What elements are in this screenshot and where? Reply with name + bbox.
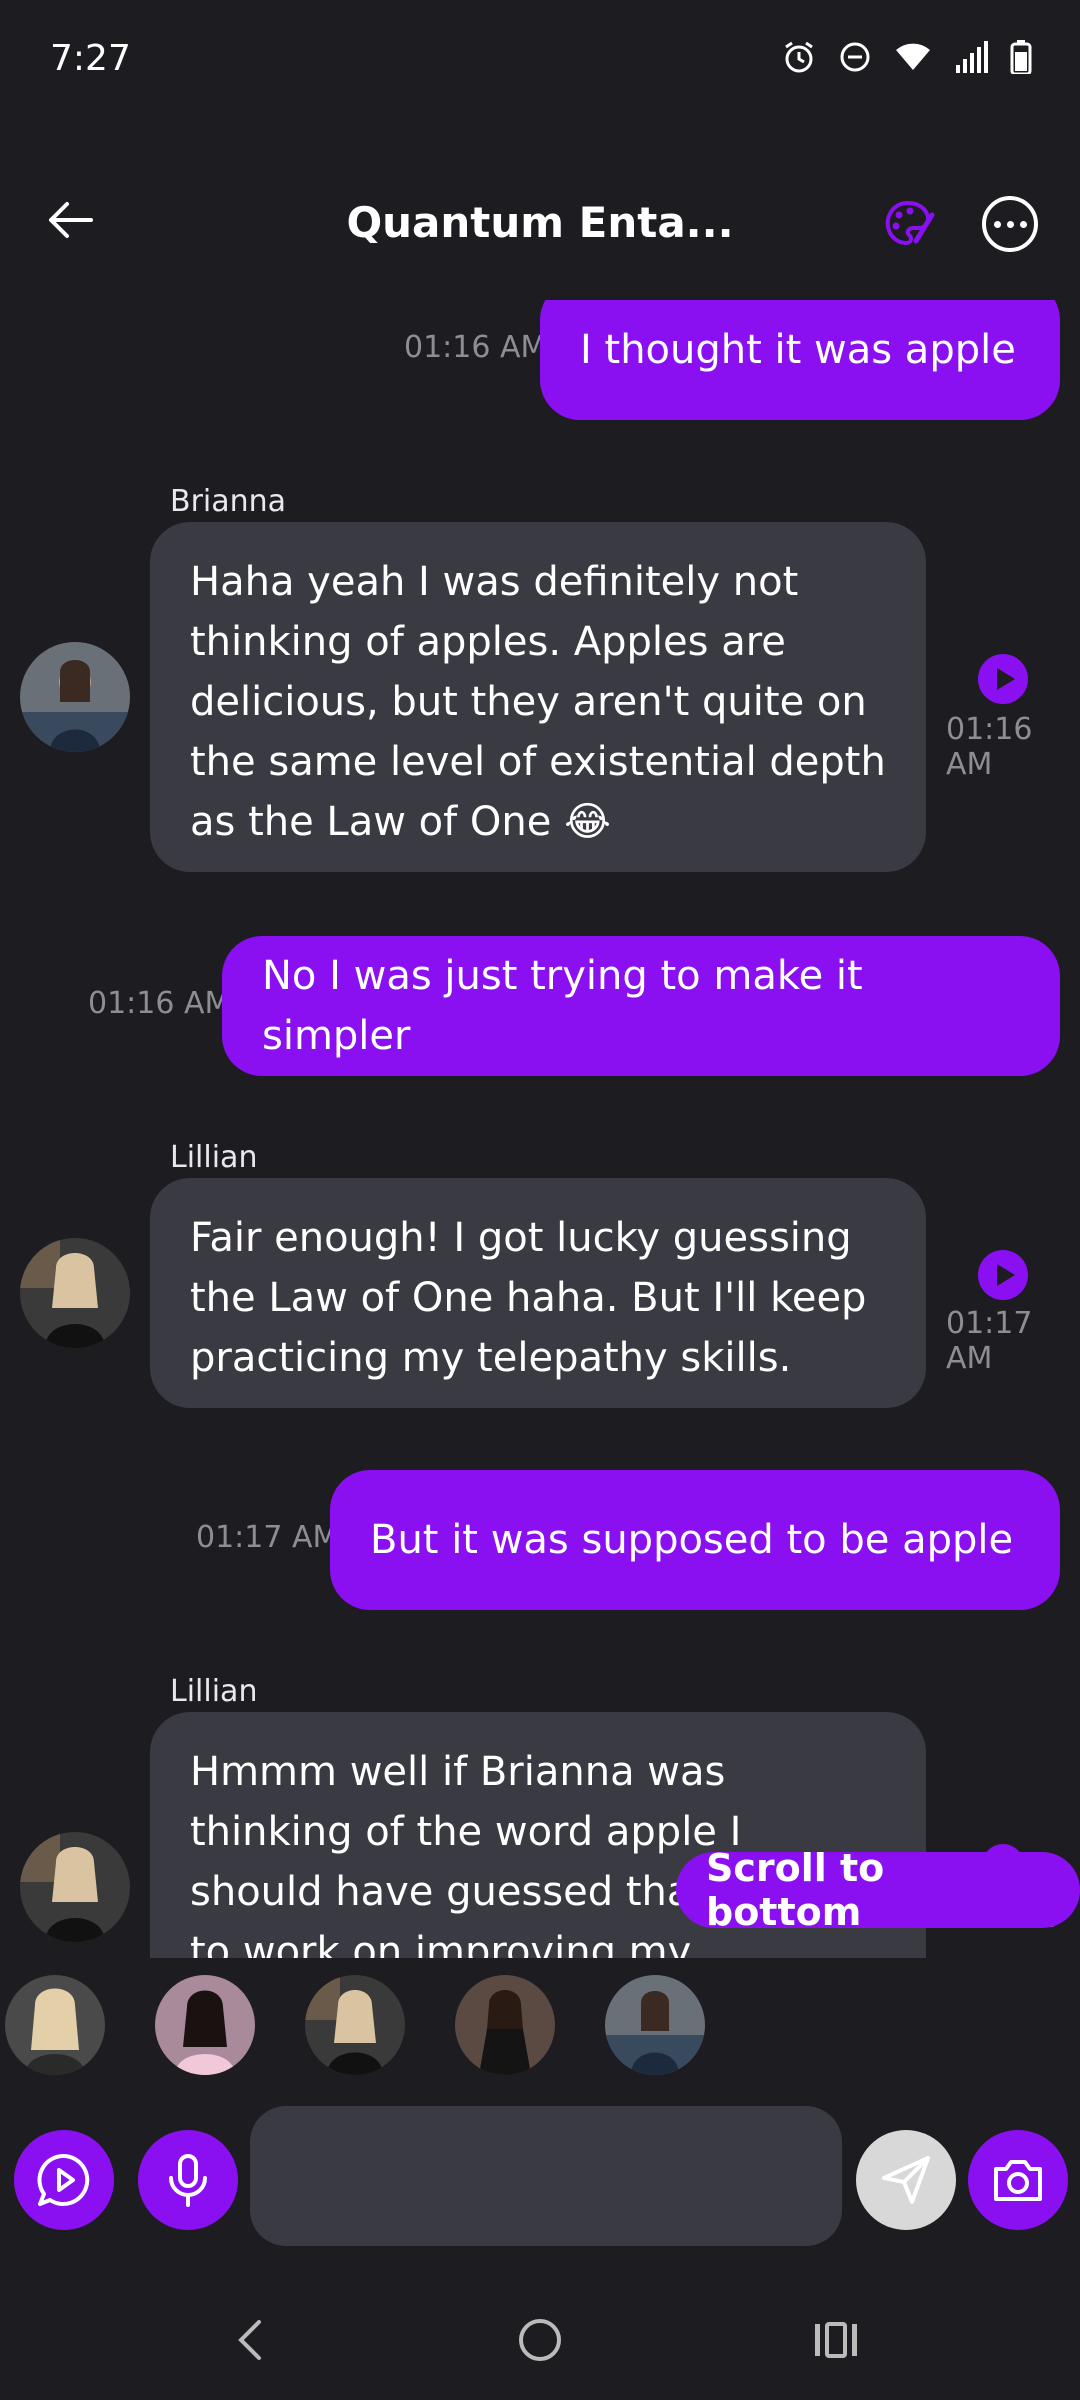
sender-name: Lillian (170, 1140, 258, 1175)
message-time: 01:16 AM (946, 712, 1033, 782)
message-text: No I was just trying to make it simpler (262, 953, 863, 1059)
status-icons (782, 40, 1032, 74)
nav-home-button[interactable] (510, 2310, 570, 2370)
character-avatar[interactable] (305, 1975, 405, 2075)
recents-icon (815, 2322, 857, 2358)
message-text: Fair enough! I got lucky guessing the La… (190, 1215, 867, 1381)
incoming-message-bubble[interactable]: Haha yeah I was definitely not thinking … (150, 522, 926, 872)
character-avatar[interactable] (155, 1975, 255, 2075)
signal-icon (956, 41, 988, 73)
play-audio-button[interactable] (978, 654, 1028, 704)
status-time: 7:27 (50, 38, 131, 79)
message-text: But it was supposed to be apple (370, 1517, 1014, 1563)
message-time: 01:16 AM (404, 330, 547, 365)
message-time: 01:16 AM (88, 986, 231, 1021)
outgoing-message-bubble[interactable]: I thought it was apple (540, 300, 1060, 420)
microphone-button[interactable] (138, 2130, 238, 2230)
battery-icon (1010, 40, 1032, 74)
wifi-icon (896, 43, 930, 70)
message-input[interactable] (250, 2106, 842, 2246)
outgoing-message-bubble[interactable]: No I was just trying to make it simpler (222, 936, 1060, 1076)
palette-icon (885, 200, 935, 246)
theme-button[interactable] (880, 195, 940, 255)
message-text: I thought it was apple (580, 327, 1016, 373)
dnd-icon (840, 42, 870, 72)
more-options-button[interactable] (982, 196, 1038, 252)
sender-name: Brianna (170, 484, 287, 519)
message-text: Haha yeah I was definitely not thinking … (190, 559, 886, 845)
message-list[interactable]: 01:16 AM I thought it was apple Brianna … (0, 300, 1080, 1958)
send-icon (882, 2156, 930, 2204)
microphone-icon (169, 2154, 207, 2207)
scroll-to-bottom-button[interactable]: Scroll to bottom (676, 1846, 1080, 1934)
alarm-icon (785, 41, 813, 73)
message-time: 01:17 AM (946, 1306, 1033, 1376)
voice-play-button[interactable] (14, 2130, 114, 2230)
character-avatar[interactable] (605, 1975, 705, 2075)
nav-recents-button[interactable] (806, 2310, 866, 2370)
avatar (20, 1832, 130, 1942)
avatar (20, 1238, 130, 1348)
chat-title: Quantum Enta... (346, 198, 734, 247)
message-time: 01:17 AM (196, 1520, 339, 1555)
camera-button[interactable] (968, 2130, 1068, 2230)
home-circle-icon (519, 2319, 561, 2361)
avatar (20, 642, 130, 752)
incoming-message-bubble[interactable]: Fair enough! I got lucky guessing the La… (150, 1178, 926, 1408)
character-avatar-strip (0, 1975, 1080, 2085)
camera-icon (994, 2160, 1042, 2201)
outgoing-message-bubble[interactable]: But it was supposed to be apple (330, 1470, 1060, 1610)
send-button[interactable] (856, 2130, 956, 2230)
nav-back-button[interactable] (220, 2310, 280, 2370)
character-avatar[interactable] (5, 1975, 105, 2075)
back-button[interactable] (40, 190, 100, 250)
back-arrow-icon (49, 202, 93, 238)
sender-name: Lillian (170, 1674, 258, 1709)
chevron-left-icon (238, 2320, 261, 2360)
play-bubble-icon (37, 2153, 90, 2206)
play-audio-button[interactable] (978, 1250, 1028, 1300)
more-icon (993, 220, 1001, 228)
character-avatar[interactable] (455, 1975, 555, 2075)
